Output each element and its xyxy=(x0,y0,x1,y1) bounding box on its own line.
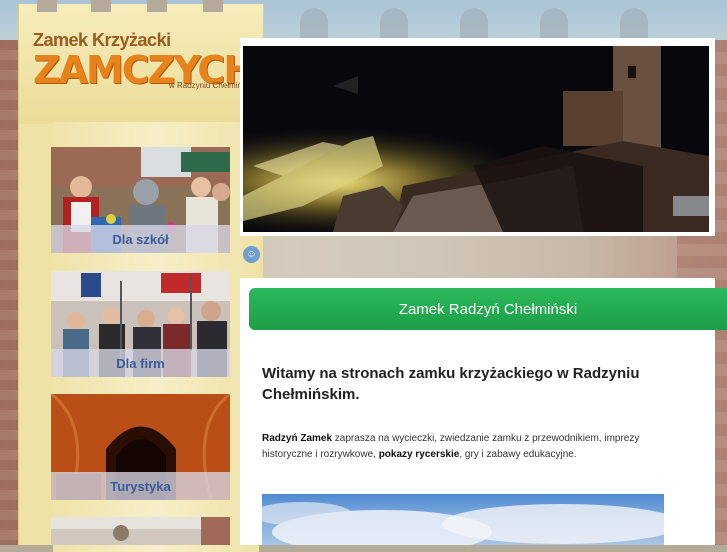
site-logo[interactable]: Zamek Krzyżacki ZAMCZYCHO w Radzyniu Che… xyxy=(19,4,285,104)
page-title: Zamek Radzyń Chełmiński xyxy=(398,300,578,318)
hero-image xyxy=(243,46,709,232)
intro-bold-name: Radzyń Zamek xyxy=(262,433,333,444)
intro-bold-shows: pokazy rycerskie xyxy=(378,449,460,460)
nav-card-companies[interactable]: Dla firm xyxy=(51,271,230,377)
tooth-icon[interactable]: ☺ xyxy=(243,246,260,263)
page-title-bar: Zamek Radzyń Chełmiński xyxy=(249,288,727,330)
hero-banner xyxy=(240,38,715,236)
nav-card-label: Dla szkół xyxy=(51,225,230,253)
welcome-heading: Witamy na stronach zamku krzyżackiego w … xyxy=(262,365,640,403)
intro-paragraph: Radzyń Zamek zaprasza na wycieczki, zwie… xyxy=(262,431,662,463)
content-photo xyxy=(262,494,664,545)
more-photo xyxy=(51,517,230,545)
nav-card-more[interactable] xyxy=(51,517,230,545)
nav-card-schools[interactable]: Dla szkół xyxy=(51,147,230,253)
nav-card-tourism[interactable]: Turystyka xyxy=(51,394,230,500)
castle-night-photo xyxy=(243,46,709,232)
nav-card-label: Dla firm xyxy=(51,349,230,377)
sky-photo xyxy=(262,502,664,545)
nav-card-label: Turystyka xyxy=(51,472,230,500)
intro-text-end: , gry i zabawy edukacyjne. xyxy=(459,449,577,460)
